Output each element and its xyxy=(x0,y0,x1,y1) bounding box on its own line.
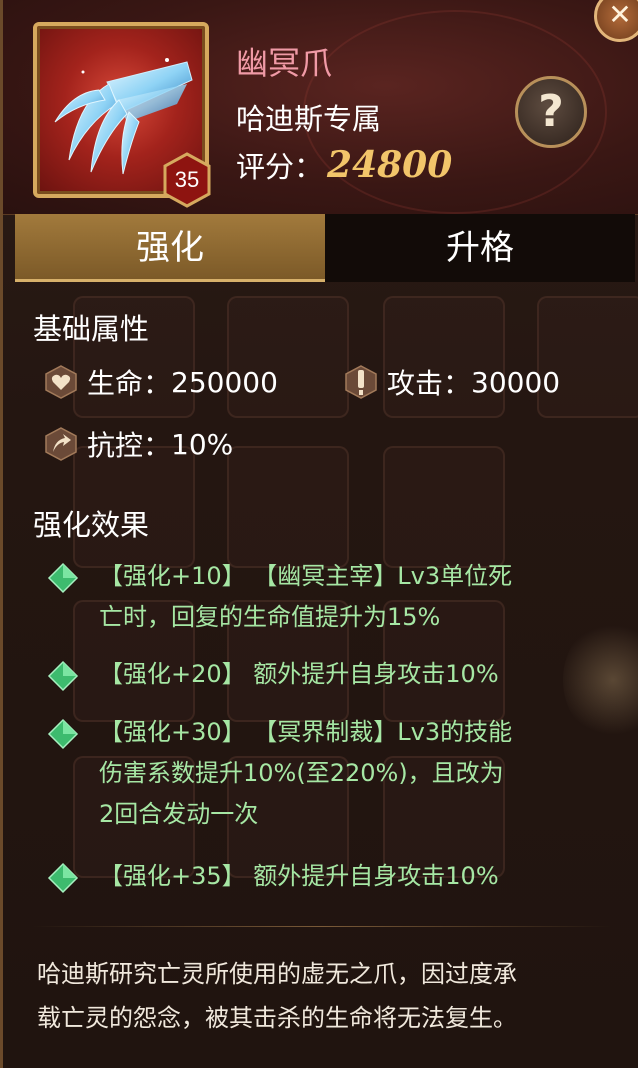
description-line: 哈迪斯研究亡灵所使用的虚无之爪，因过度承 xyxy=(37,960,517,988)
effect-line: 2回合发动一次 xyxy=(99,800,259,828)
attr-label: 生命： xyxy=(87,367,172,400)
description-line: 载亡灵的怨念，被其击杀的生命将无法复生。 xyxy=(37,1004,517,1032)
attr-value: 10% xyxy=(171,427,234,461)
attr-attack: 攻击： 30000 xyxy=(343,362,560,402)
item-name: 幽冥爪 xyxy=(236,44,333,82)
effect-line: 伤害系数提升10%(至220%)，且改为 xyxy=(99,759,504,787)
score-value: 24800 xyxy=(327,144,453,186)
score-label: 评分： xyxy=(236,150,324,184)
sword-icon xyxy=(345,365,377,399)
effect-text: 【强化+10】 【幽冥主宰】Lv3单位死 亡时，回复的生命值提升为15% xyxy=(99,556,619,638)
attr-value: 30000 xyxy=(471,365,561,399)
item-exclusive-hero: 哈迪斯专属 xyxy=(236,102,382,136)
green-gem-icon xyxy=(47,562,79,594)
tab-enhance[interactable]: 强化 xyxy=(15,214,325,282)
attr-label: 抗控： xyxy=(87,429,172,462)
effect-line: 亡时，回复的生命值提升为15% xyxy=(99,603,441,631)
background-card xyxy=(383,446,505,568)
effect-text: 【强化+20】 额外提升自身攻击10% xyxy=(99,654,619,695)
effect-text: 【强化+30】 【冥界制裁】Lv3的技能 伤害系数提升10%(至220%)，且改… xyxy=(99,712,619,835)
item-description: 哈迪斯研究亡灵所使用的虚无之爪，因过度承 载亡灵的怨念，被其击杀的生命将无法复生… xyxy=(37,952,617,1040)
attr-resist: 抗控： 10% xyxy=(43,424,233,464)
item-header: 35 幽冥爪 哈迪斯专属 评分： 24800 ? xyxy=(3,0,638,215)
tab-upgrade[interactable]: 升格 xyxy=(325,214,635,282)
attr-label: 攻击： xyxy=(387,367,472,400)
resist-arrow-icon xyxy=(45,427,77,461)
item-score: 评分： 24800 xyxy=(236,144,452,186)
help-button[interactable]: ? xyxy=(515,76,587,148)
effect-line: 【强化+35】 额外提升自身攻击10% xyxy=(99,862,499,890)
effect-text: 【强化+35】 额外提升自身攻击10% xyxy=(99,856,619,897)
heart-icon xyxy=(45,365,77,399)
green-gem-icon xyxy=(47,718,79,750)
divider xyxy=(33,926,611,927)
level-number: 35 xyxy=(174,167,200,192)
attr-hp: 生命： 250000 xyxy=(43,362,278,402)
tab-bar: 强化 升格 xyxy=(15,214,635,282)
effect-line: 【强化+30】 【冥界制裁】Lv3的技能 xyxy=(99,718,513,746)
green-gem-icon xyxy=(47,862,79,894)
enhance-effects-title: 强化效果 xyxy=(33,508,150,542)
green-gem-icon xyxy=(47,660,79,692)
base-attributes-title: 基础属性 xyxy=(33,312,150,346)
effect-line: 【强化+10】 【幽冥主宰】Lv3单位死 xyxy=(99,562,513,590)
background-card xyxy=(227,446,349,568)
attr-value: 250000 xyxy=(171,365,278,399)
effect-line: 【强化+20】 额外提升自身攻击10% xyxy=(99,660,499,688)
equipment-detail-panel: 35 幽冥爪 哈迪斯专属 评分： 24800 ? ✕ 强化 升格 基础属性 生命… xyxy=(0,0,638,1068)
